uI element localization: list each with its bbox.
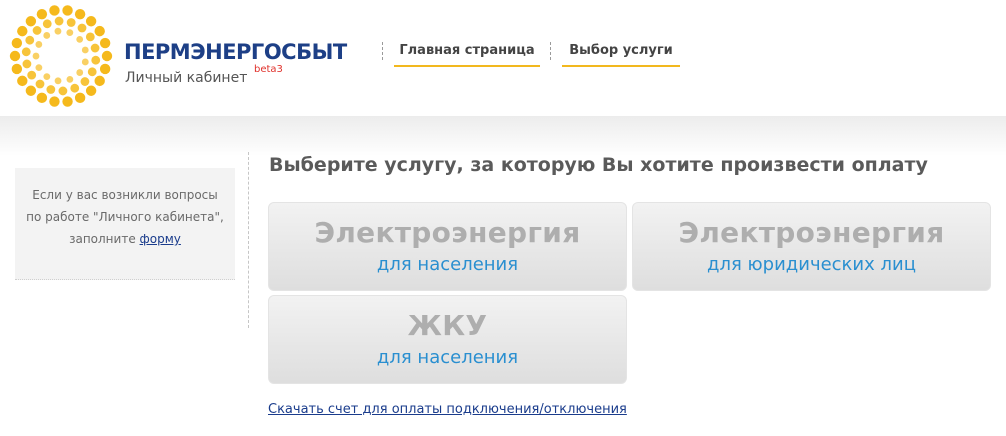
header-shadow-band	[0, 116, 1006, 156]
header: ПЕРМЭНЕРГОСБЫТ Личный кабинет beta3 Глав…	[0, 0, 1006, 118]
nav-item-home[interactable]: Главная страница	[394, 43, 540, 67]
page: ПЕРМЭНЕРГОСБЫТ Личный кабинет beta3 Глав…	[0, 0, 1006, 436]
page-title: Выберите услугу, за которую Вы хотите пр…	[269, 154, 928, 176]
help-text: Если у вас возникли вопросы по работе "Л…	[15, 184, 235, 250]
feedback-form-link[interactable]: форму	[140, 232, 181, 246]
tile-subtitle: для населения	[376, 347, 519, 368]
tile-subtitle: для юридических лиц	[707, 254, 916, 275]
nav-separator	[550, 42, 551, 60]
help-message: Если у вас возникли вопросы по работе "Л…	[26, 188, 224, 246]
nav-separator	[382, 42, 383, 60]
download-invoice-link[interactable]: Скачать счет для оплаты подключения/откл…	[268, 402, 627, 417]
help-box: Если у вас возникли вопросы по работе "Л…	[15, 168, 235, 280]
cabinet-label: Личный кабинет	[125, 70, 248, 86]
tile-subtitle: для населения	[376, 254, 519, 275]
brand-name[interactable]: ПЕРМЭНЕРГОСБЫТ	[124, 40, 347, 64]
sun-logo-icon[interactable]	[8, 4, 114, 108]
tile-title: Электроэнергия	[314, 216, 581, 249]
tile-title: Электроэнергия	[678, 216, 945, 249]
tile-housing-utilities-residents[interactable]: ЖКУ для населения	[268, 295, 627, 384]
nav-item-service-choice[interactable]: Выбор услуги	[562, 43, 680, 67]
tile-title: ЖКУ	[407, 309, 488, 342]
vertical-divider	[248, 152, 249, 328]
tile-electricity-legal-entities[interactable]: Электроэнергия для юридических лиц	[632, 202, 991, 291]
beta-badge: beta3	[254, 64, 283, 75]
tile-electricity-residents[interactable]: Электроэнергия для населения	[268, 202, 627, 291]
